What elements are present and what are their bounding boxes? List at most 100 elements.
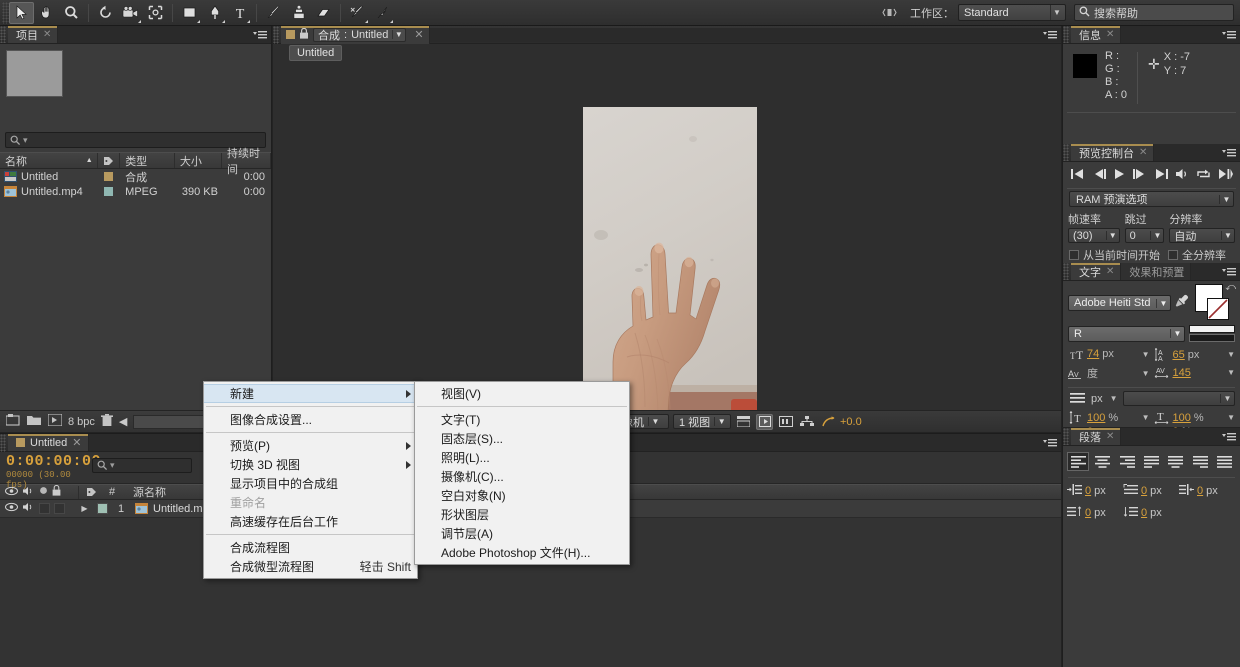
lock-switch-icon[interactable] — [52, 484, 61, 499]
new-composition-icon[interactable] — [47, 413, 63, 429]
close-icon[interactable]: ✕ — [72, 436, 81, 449]
clone-stamp-tool[interactable] — [286, 2, 311, 24]
justify-last-left-button[interactable] — [1140, 452, 1163, 471]
menu-item-switch-3d-view[interactable]: 切换 3D 视图 — [204, 455, 417, 474]
breadcrumb[interactable]: Untitled — [289, 45, 343, 61]
play-button[interactable] — [1113, 168, 1126, 183]
align-right-button[interactable] — [1115, 452, 1139, 471]
tab-timeline-untitled[interactable]: Untitled ✕ — [8, 434, 89, 451]
panel-menu-icon[interactable] — [1042, 28, 1058, 42]
space-before-field[interactable]: 0 px — [1067, 506, 1123, 520]
tab-paragraph[interactable]: 段落 ✕ — [1071, 428, 1122, 445]
current-timecode[interactable]: 0:00:00:00 — [6, 454, 101, 470]
swap-colors-icon[interactable]: ⤺ — [1225, 282, 1236, 293]
eraser-tool[interactable] — [311, 2, 336, 24]
justify-last-center-button[interactable] — [1164, 452, 1188, 471]
tab-preview-controls[interactable]: 预览控制台 ✕ — [1071, 144, 1155, 161]
column-header-size[interactable]: 大小 — [175, 153, 222, 168]
expand-triangle-icon[interactable]: ▶ — [78, 504, 91, 513]
toolbar-grip[interactable] — [2, 1, 9, 24]
leading-field[interactable]: AA 65 px ▼ — [1154, 348, 1235, 361]
rotation-tool[interactable] — [93, 2, 118, 24]
align-center-button[interactable] — [1091, 452, 1114, 471]
project-row-untitled-mp4[interactable]: Untitled.mp4 MPEG 390 KB 0:00 — [0, 184, 271, 199]
chevron-down-icon[interactable]: ▼ — [1227, 350, 1235, 359]
audio-toggle-icon[interactable] — [22, 502, 35, 515]
search-help-input[interactable]: 搜索帮助 — [1074, 4, 1234, 21]
first-frame-button[interactable] — [1070, 168, 1085, 183]
tab-composition-untitled[interactable]: 合成 : Untitled ▼ ✕ — [281, 25, 430, 44]
audio-switch-icon[interactable] — [22, 486, 35, 499]
new-folder-icon[interactable] — [27, 414, 42, 429]
fast-previews-icon[interactable] — [756, 413, 773, 430]
font-size-field[interactable]: TT 74 px ▼ — [1068, 348, 1150, 360]
menu-item-reveal-composition-in-project[interactable]: 显示项目中的合成组 — [204, 474, 417, 493]
indent-first-line-field[interactable]: 0 px — [1123, 484, 1179, 498]
justify-all-button[interactable] — [1213, 452, 1236, 471]
panel-grip[interactable] — [1063, 263, 1069, 280]
submenu-item-photoshop-file[interactable]: Adobe Photoshop 文件(H)... — [415, 543, 629, 562]
solo-switch-icon[interactable] — [39, 486, 48, 498]
camera-orbit-tool[interactable] — [118, 2, 143, 24]
preset-black-swatch[interactable] — [1189, 334, 1235, 342]
submenu-item-solid[interactable]: 固态层(S)... — [415, 429, 629, 448]
menu-item-cache-work-in-background[interactable]: 高速缓存在后台工作 — [204, 512, 417, 531]
panel-grip[interactable] — [1063, 26, 1069, 43]
panel-menu-icon[interactable] — [1221, 28, 1237, 42]
video-toggle-icon[interactable] — [5, 502, 18, 515]
puppet-pin-tool[interactable] — [370, 2, 395, 24]
column-header-name[interactable]: 名称 ▲ — [0, 153, 98, 168]
pan-behind-tool[interactable] — [143, 2, 168, 24]
kerning-field[interactable]: AV 度 ▼ — [1068, 365, 1150, 381]
panel-grip[interactable] — [273, 25, 279, 44]
pen-tool[interactable] — [202, 2, 227, 24]
font-style-select[interactable]: R ▼ — [1068, 325, 1185, 342]
menu-item-composition-mini-flowchart[interactable]: 合成微型流程图 轻击 Shift — [204, 557, 417, 576]
submenu-item-camera[interactable]: 摄像机(C)... — [415, 467, 629, 486]
next-frame-button[interactable] — [1132, 168, 1147, 183]
project-row-label-cell[interactable] — [98, 187, 120, 196]
timeline-search-input[interactable]: ▾ — [92, 458, 192, 473]
shape-tool[interactable] — [177, 2, 202, 24]
workspace-select[interactable]: Standard ▼ — [958, 4, 1066, 21]
audio-toggle-button[interactable] — [1175, 168, 1190, 183]
chevron-down-icon[interactable]: ▼ — [1142, 369, 1150, 378]
align-left-button[interactable] — [1067, 452, 1090, 471]
horizontal-scale-field[interactable]: T 100 % ▼ — [1154, 411, 1235, 424]
justify-last-right-button[interactable] — [1189, 452, 1212, 471]
chevron-down-icon[interactable]: ▼ — [1227, 413, 1235, 422]
lock-toggle-box[interactable] — [54, 503, 65, 514]
tracking-field[interactable]: AV 145 ▼ — [1154, 366, 1235, 379]
submenu-item-viewer[interactable]: 视图(V) — [415, 384, 629, 403]
space-after-field[interactable]: 0 px — [1123, 506, 1179, 520]
selection-tool[interactable] — [9, 1, 34, 24]
column-header-type[interactable]: 类型 — [120, 153, 175, 168]
project-row-label-cell[interactable] — [98, 172, 120, 181]
layer-label-color[interactable] — [91, 503, 113, 514]
source-name-column-header[interactable]: 源名称 — [121, 484, 166, 500]
brush-tool[interactable] — [261, 2, 286, 24]
stroke-width-value[interactable]: px — [1091, 393, 1103, 405]
eyedropper-icon[interactable] — [1175, 294, 1189, 312]
submenu-item-null-object[interactable]: 空白对象(N) — [415, 486, 629, 505]
panel-menu-icon[interactable] — [1042, 436, 1058, 450]
from-current-time-checkbox[interactable]: 从当前时间开始 — [1069, 247, 1160, 263]
last-frame-button[interactable] — [1154, 168, 1169, 183]
menu-item-composition-settings[interactable]: 图像合成设置... — [204, 410, 417, 429]
close-icon[interactable]: ✕ — [1106, 266, 1114, 277]
tab-project[interactable]: 项目 ✕ — [8, 26, 59, 43]
chevron-down-icon[interactable]: ▼ — [1227, 368, 1235, 377]
timecode-group[interactable]: 0:00:00:00 00000 (30.00 fps) — [0, 452, 101, 491]
indent-left-field[interactable]: 0 px — [1067, 484, 1123, 498]
chevron-down-icon[interactable]: ▼ — [1110, 394, 1118, 403]
solo-toggle-box[interactable] — [39, 503, 50, 514]
video-switch-icon[interactable] — [5, 486, 18, 499]
panel-menu-icon[interactable] — [1221, 146, 1237, 160]
chevron-down-icon[interactable]: ▼ — [1142, 413, 1150, 422]
lock-icon[interactable] — [299, 27, 309, 42]
menu-item-new[interactable]: 新建 — [204, 384, 417, 403]
composition-selector[interactable]: 合成 : Untitled ▼ — [313, 27, 407, 42]
comp-flowchart-icon[interactable] — [798, 414, 815, 430]
panel-grip[interactable] — [0, 26, 6, 43]
panel-grip[interactable] — [0, 434, 6, 452]
